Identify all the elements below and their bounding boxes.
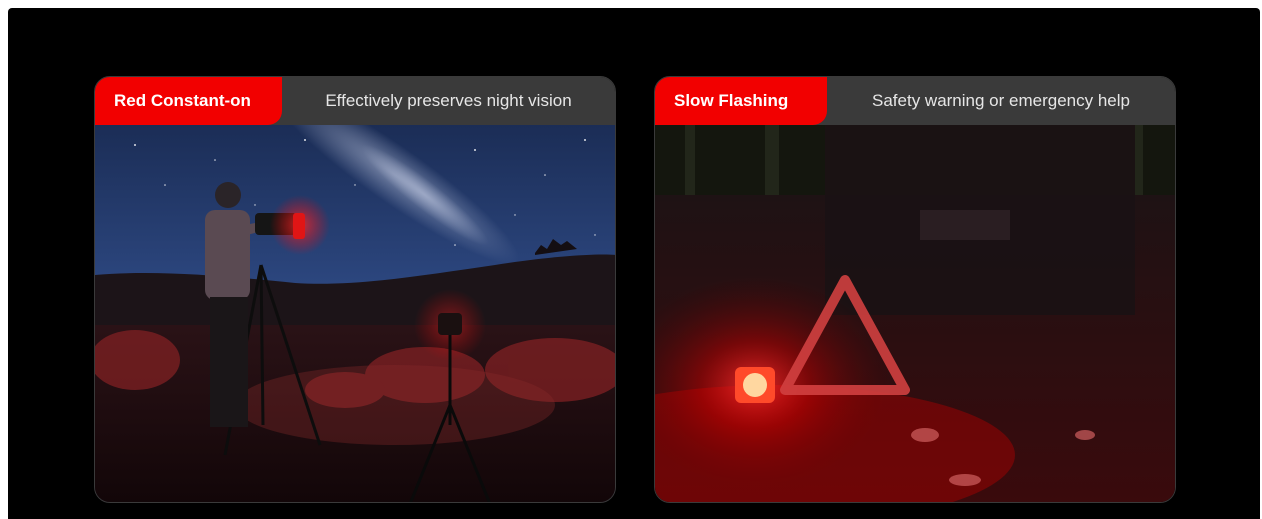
mode-description: Effectively preserves night vision [325, 91, 572, 110]
card-header: Red Constant-on Effectively preserves ni… [95, 77, 615, 125]
card-header: Slow Flashing Safety warning or emergenc… [655, 77, 1175, 125]
feature-section: Red Constant-on Effectively preserves ni… [8, 8, 1260, 519]
mode-description: Safety warning or emergency help [872, 91, 1130, 110]
astrophotographer-photo [95, 125, 615, 502]
mode-label: Slow Flashing [655, 77, 827, 125]
mode-label: Red Constant-on [95, 77, 282, 125]
feature-card-slow-flashing: Slow Flashing Safety warning or emergenc… [654, 76, 1176, 503]
roadside-warning-photo [655, 125, 1175, 502]
feature-card-red-constant-on: Red Constant-on Effectively preserves ni… [94, 76, 616, 503]
